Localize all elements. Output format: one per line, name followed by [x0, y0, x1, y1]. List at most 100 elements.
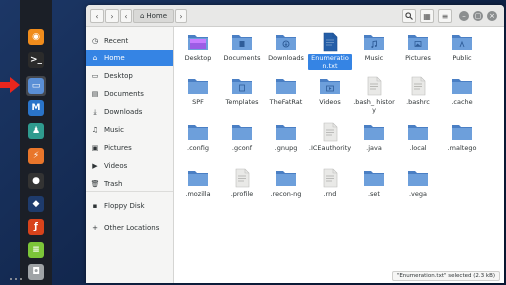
beef-icon-glyph: ◆ — [28, 196, 44, 212]
file-item[interactable]: .java — [352, 120, 396, 166]
file-item[interactable]: TheFatRat — [264, 74, 308, 120]
beef-icon[interactable]: ◆ — [26, 194, 46, 214]
folder-icon — [275, 168, 297, 188]
clock-icon: ◷ — [91, 37, 99, 45]
back-button[interactable]: ‹ — [90, 9, 104, 23]
minimize-button[interactable]: – — [459, 11, 469, 21]
sidebar-item-other-locations[interactable]: + Other Locations — [86, 220, 173, 236]
folder-icon — [451, 122, 473, 142]
files-icon[interactable]: ▭ — [26, 76, 46, 96]
file-item[interactable]: .gconf — [220, 120, 264, 166]
sidebar-item-videos[interactable]: ▶ Videos — [86, 158, 173, 174]
folder-icon — [407, 122, 429, 142]
file-item[interactable]: Templates — [220, 74, 264, 120]
file-item[interactable]: Videos — [308, 74, 352, 120]
path-next-button[interactable]: › — [175, 9, 187, 23]
file-item[interactable]: SPF — [176, 74, 220, 120]
file-item[interactable]: Pictures — [396, 30, 440, 76]
file-item[interactable]: .bashrc — [396, 74, 440, 120]
armitage-icon[interactable]: ♟ — [26, 121, 46, 141]
trash-icon: 🗑 — [90, 180, 100, 188]
desktop-icon: ▭ — [91, 72, 99, 80]
terminal-icon[interactable]: >_ — [26, 50, 46, 70]
gimp-icon[interactable]: ◘ — [26, 262, 46, 282]
path-home-button[interactable]: ⌂ Home — [133, 9, 174, 23]
file-item[interactable]: Enumeratio n.txt — [308, 30, 352, 76]
file-name: .local — [409, 144, 427, 152]
burpsuite-icon[interactable]: ⚡ — [26, 146, 46, 166]
folder-icon — [363, 168, 385, 188]
file-name: .bashrc — [406, 98, 430, 106]
file-item[interactable]: .config — [176, 120, 220, 166]
leafpad-icon[interactable]: ≡ — [26, 240, 46, 260]
sidebar-item-label: Home — [104, 54, 125, 62]
firefox-icon[interactable]: ◉ — [26, 27, 46, 47]
file-item[interactable]: .maltego — [440, 120, 484, 166]
file-name: .ICEauthority — [308, 144, 352, 152]
file-name: TheFatRat — [269, 98, 303, 106]
sidebar-item-music[interactable]: ♫ Music — [86, 122, 173, 138]
folder-icon — [319, 76, 341, 96]
sidebar-item-floppy-disk[interactable]: ▪ Floppy Disk — [86, 198, 173, 214]
file-item[interactable]: .gnupg — [264, 120, 308, 166]
metasploit-icon[interactable]: M — [26, 98, 46, 118]
file-item[interactable]: .local — [396, 120, 440, 166]
faraday-icon[interactable]: ● — [26, 171, 46, 191]
folder-icon — [187, 122, 209, 142]
maltego-icon[interactable]: ƒ — [26, 217, 46, 237]
sidebar-item-documents[interactable]: ▤ Documents — [86, 86, 173, 102]
file-item[interactable]: Public — [440, 30, 484, 76]
text-file-icon — [231, 168, 253, 188]
sidebar-item-trash[interactable]: 🗑 Trash — [86, 176, 173, 192]
folder-icon — [407, 168, 429, 188]
maximize-button[interactable]: ▢ — [473, 11, 483, 21]
file-item[interactable]: .profile — [220, 166, 264, 212]
file-name: Public — [452, 54, 472, 62]
file-item[interactable]: .vega — [396, 166, 440, 212]
armitage-icon-glyph: ♟ — [28, 123, 44, 139]
folder-icon — [187, 76, 209, 96]
path-home-label: Home — [146, 12, 168, 20]
file-name: Downloads — [268, 54, 304, 62]
file-item[interactable]: .cache — [440, 74, 484, 120]
file-item[interactable]: Music — [352, 30, 396, 76]
file-name: Templates — [225, 98, 259, 106]
file-item[interactable]: Downloads — [264, 30, 308, 76]
text-file-icon — [319, 122, 341, 142]
file-item[interactable]: .mozilla — [176, 166, 220, 212]
sidebar-item-label: Videos — [104, 162, 128, 170]
show-apps-button[interactable] — [10, 278, 22, 282]
path-previous-button[interactable]: ‹ — [120, 9, 132, 23]
view-toggle-button[interactable]: ▦ — [420, 9, 434, 23]
folder-icon — [363, 32, 385, 52]
files-icon-glyph: ▭ — [28, 78, 44, 94]
file-name: .mozilla — [185, 190, 211, 198]
firefox-icon-glyph: ◉ — [28, 29, 44, 45]
file-item[interactable]: .rnd — [308, 166, 352, 212]
file-name: .bash_ history — [353, 98, 395, 114]
sidebar-item-home[interactable]: ⌂ Home — [86, 50, 173, 66]
file-item[interactable]: Documents — [220, 30, 264, 76]
sidebar-item-label: Pictures — [104, 144, 132, 152]
text-file-icon — [319, 168, 341, 188]
menu-button[interactable]: ≡ — [438, 9, 452, 23]
file-item[interactable]: .ICEauthority — [308, 120, 352, 166]
music-icon: ♫ — [91, 126, 99, 134]
file-name: Desktop — [184, 54, 212, 62]
file-name: SPF — [192, 98, 204, 106]
sidebar-separator — [86, 191, 173, 192]
file-item[interactable]: .bash_ history — [352, 74, 396, 120]
leafpad-icon-glyph: ≡ — [28, 242, 44, 258]
file-item[interactable]: .set — [352, 166, 396, 212]
sidebar-item-label: Music — [104, 126, 124, 134]
metasploit-icon-glyph: M — [28, 100, 44, 116]
close-button[interactable]: × — [487, 11, 497, 21]
forward-button[interactable]: › — [105, 9, 119, 23]
sidebar-item-downloads[interactable]: ⤓ Downloads — [86, 104, 173, 120]
sidebar-item-recent[interactable]: ◷ Recent — [86, 33, 173, 49]
sidebar-item-desktop[interactable]: ▭ Desktop — [86, 68, 173, 84]
file-item[interactable]: Desktop — [176, 30, 220, 76]
sidebar-item-pictures[interactable]: ▣ Pictures — [86, 140, 173, 156]
file-item[interactable]: .recon-ng — [264, 166, 308, 212]
search-button[interactable] — [402, 9, 416, 23]
